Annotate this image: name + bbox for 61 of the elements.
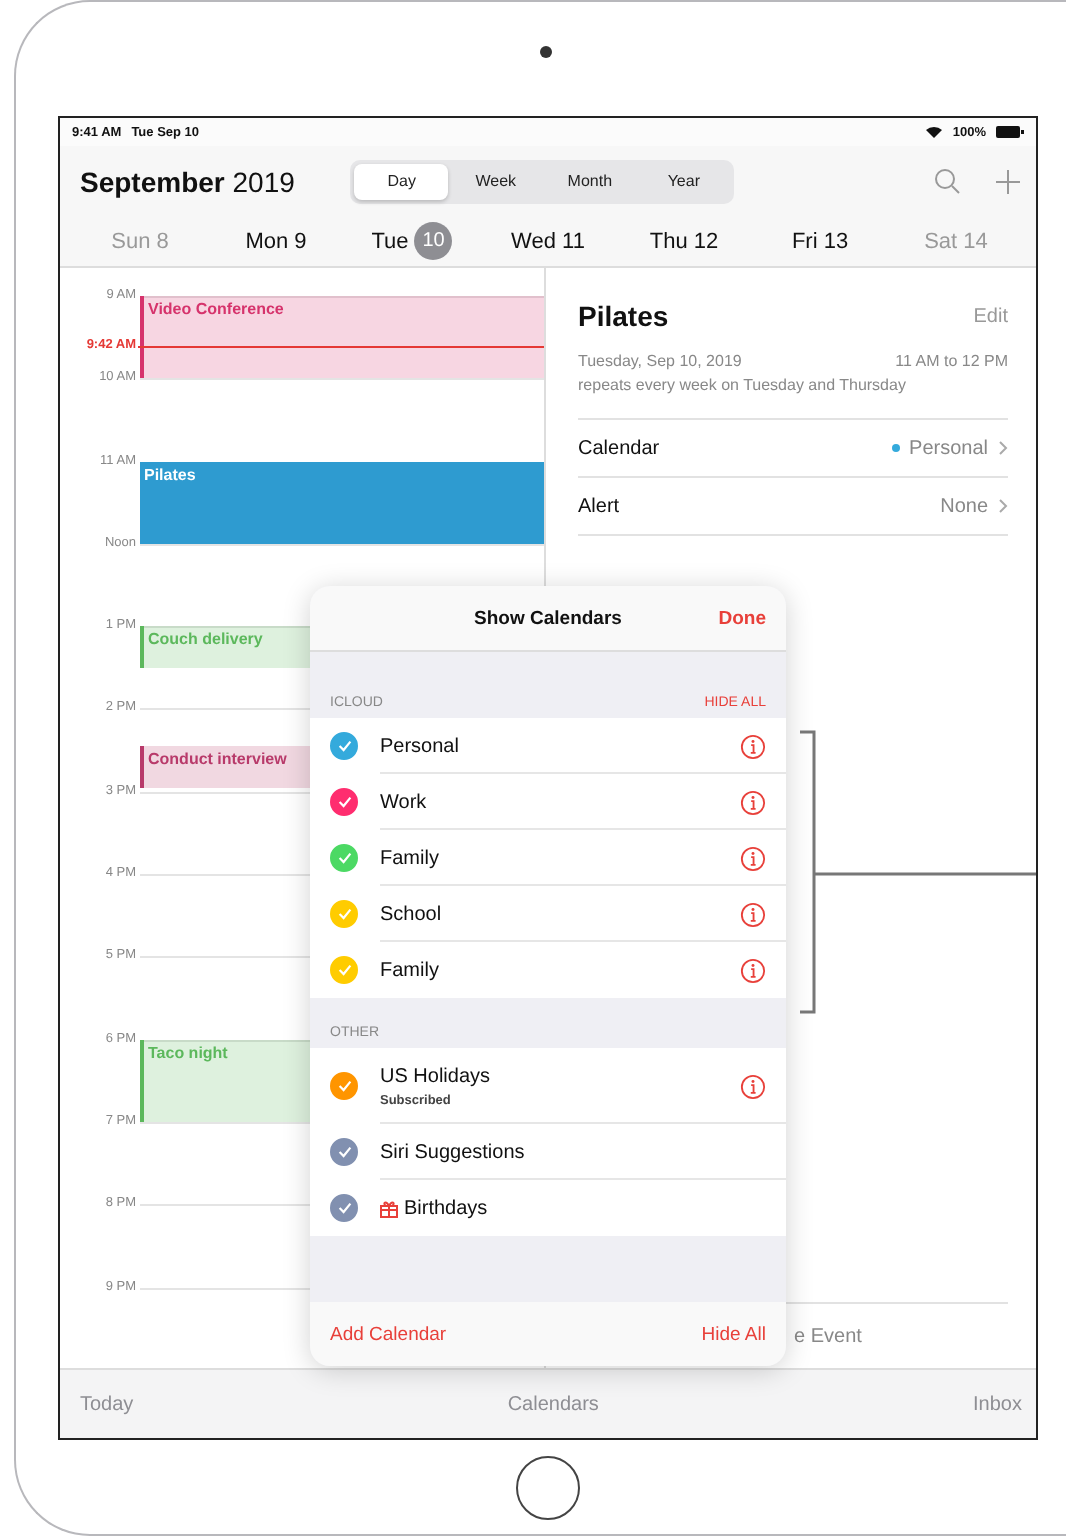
info-icon[interactable] <box>740 1073 766 1099</box>
view-tab[interactable]: Month <box>542 163 637 199</box>
battery-icon <box>996 126 1024 138</box>
date-tab[interactable]: Thu 12 <box>616 229 752 253</box>
view-tab[interactable]: Week <box>448 163 543 199</box>
chevron-icon <box>998 498 1008 514</box>
search-icon[interactable] <box>934 168 960 194</box>
calendar-row[interactable]: Personal <box>310 718 786 774</box>
delete-event-text[interactable]: e Event <box>794 1325 862 1347</box>
calendar-name: School <box>380 903 442 925</box>
detail-value: None <box>940 495 988 517</box>
home-button[interactable] <box>516 1456 580 1520</box>
calendar-name: Family <box>380 847 439 869</box>
gift-icon <box>380 1199 398 1217</box>
info-icon[interactable] <box>740 789 766 815</box>
add-icon[interactable] <box>996 169 1020 193</box>
detail-row[interactable]: Calendar Personal <box>578 420 1008 476</box>
calendar-name: Personal <box>380 735 459 757</box>
info-icon[interactable] <box>740 845 766 871</box>
date-tab[interactable]: Wed 11 <box>480 229 616 253</box>
date-tab[interactable]: Mon 9 <box>208 229 344 253</box>
check-icon[interactable] <box>330 732 358 760</box>
check-icon[interactable] <box>330 1194 358 1222</box>
event-title: Pilates <box>578 300 669 332</box>
view-tab[interactable]: Year <box>636 163 731 199</box>
detail-row[interactable]: Alert None <box>578 478 1008 534</box>
calendar-row[interactable]: Family <box>310 942 786 998</box>
calendar-name: Birthdays <box>404 1197 488 1219</box>
event-time: 11 AM to 12 PM <box>895 352 1008 370</box>
info-icon[interactable] <box>740 901 766 927</box>
calendar-name: Family <box>380 959 439 981</box>
info-icon[interactable] <box>740 957 766 983</box>
calendar-name: Siri Suggestions <box>380 1141 525 1163</box>
calendar-row[interactable]: Birthdays <box>310 1180 786 1236</box>
hide-all-button[interactable]: Hide All <box>701 1323 766 1345</box>
add-calendar-button[interactable]: Add Calendar <box>330 1323 447 1345</box>
check-icon[interactable] <box>330 788 358 816</box>
calendar-name: Work <box>380 791 427 813</box>
calendar-row[interactable]: Siri Suggestions <box>310 1124 786 1180</box>
date-tab[interactable]: Tue 10 <box>344 222 480 260</box>
detail-label: Calendar <box>578 437 660 459</box>
calendar-row[interactable]: Family <box>310 830 786 886</box>
popover-title: Show Calendars <box>474 607 622 629</box>
calendar-name: US Holidays <box>380 1065 491 1087</box>
event-repeat: repeats every week on Tuesday and Thursday <box>578 376 908 394</box>
detail-label: Alert <box>578 495 620 517</box>
check-icon[interactable] <box>330 844 358 872</box>
done-button[interactable]: Done <box>718 607 766 629</box>
info-icon[interactable] <box>740 733 766 759</box>
month-title: September 2019 <box>80 165 295 197</box>
date-tab[interactable]: Fri 13 <box>752 229 888 253</box>
view-tab[interactable]: Day <box>354 163 449 199</box>
camera-icon <box>540 46 552 58</box>
detail-value: Personal <box>909 437 988 459</box>
event-date: Tuesday, Sep 10, 2019 <box>578 352 742 370</box>
check-icon[interactable] <box>330 1138 358 1166</box>
wifi-icon <box>926 126 943 138</box>
check-icon[interactable] <box>330 1072 358 1100</box>
calendar-row[interactable]: School <box>310 886 786 942</box>
calendar-row[interactable]: Work <box>310 774 786 830</box>
chevron-icon <box>998 440 1008 456</box>
